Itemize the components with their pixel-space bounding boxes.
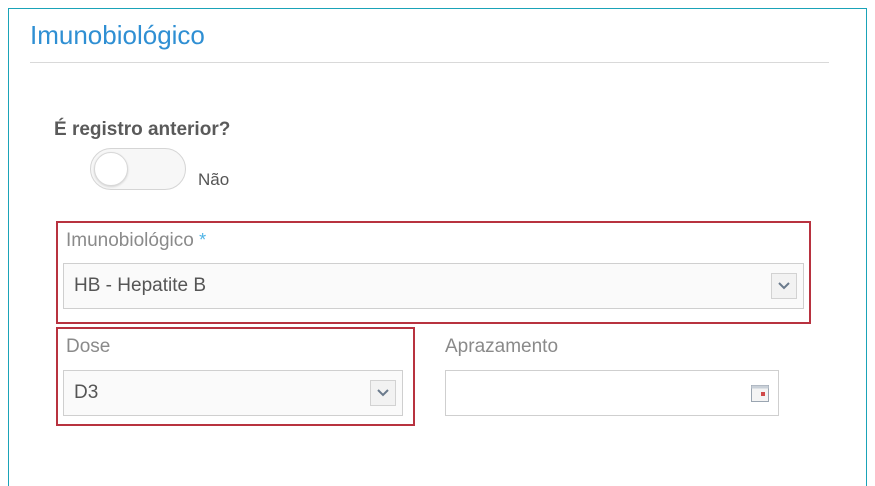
toggle-state-label: Não bbox=[198, 170, 230, 189]
previous-record-toggle[interactable] bbox=[90, 148, 186, 190]
section-title: Imunobiológico bbox=[30, 20, 205, 50]
toggle-knob bbox=[94, 152, 128, 186]
calendar-icon[interactable] bbox=[750, 383, 770, 403]
previous-record-question: É registro anterior? bbox=[54, 119, 231, 140]
chevron-down-icon[interactable] bbox=[771, 273, 797, 299]
imunobiologico-label-text: Imunobiológico bbox=[66, 230, 194, 251]
dose-select[interactable]: D3 bbox=[63, 370, 403, 416]
required-marker: * bbox=[199, 230, 207, 250]
dose-label: Dose bbox=[66, 336, 111, 357]
imunobiologico-select-value: HB - Hepatite B bbox=[74, 275, 206, 296]
aprazamento-label: Aprazamento bbox=[445, 336, 559, 357]
imunobiologico-select[interactable]: HB - Hepatite B bbox=[63, 263, 804, 309]
aprazamento-date-input[interactable] bbox=[445, 370, 779, 416]
dose-select-value: D3 bbox=[74, 382, 99, 403]
chevron-down-icon[interactable] bbox=[370, 380, 396, 406]
title-divider bbox=[30, 62, 829, 63]
imunobiologico-label: Imunobiológico * bbox=[66, 230, 206, 252]
